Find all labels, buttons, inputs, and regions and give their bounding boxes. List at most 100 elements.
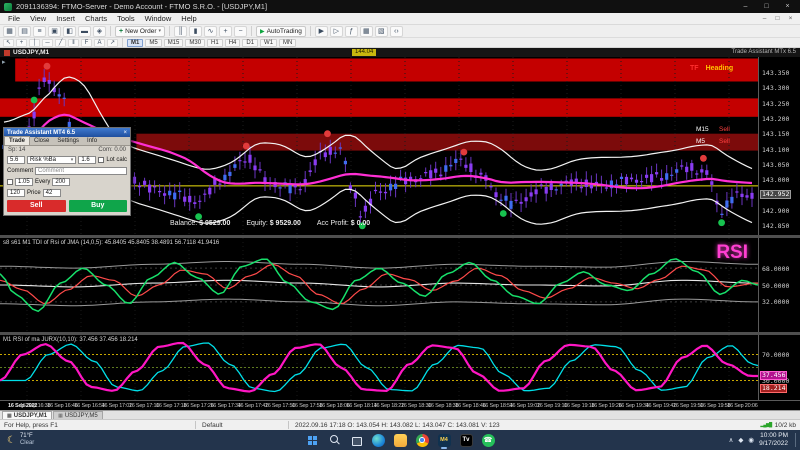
tdi-indicator-pane[interactable]: s8 s61 M1 TDI of Rsi of JMA (14,0,5): 45… xyxy=(0,238,758,332)
timeframe-button-m15[interactable]: M15 xyxy=(164,39,184,47)
menu-item-file[interactable]: File xyxy=(3,14,25,23)
taskbar-app-edge[interactable] xyxy=(369,431,387,449)
timeframe-button-m5[interactable]: M5 xyxy=(145,39,161,47)
menu-item-charts[interactable]: Charts xyxy=(80,14,112,23)
taskbar-app-mt4[interactable]: M4 xyxy=(435,431,453,449)
timeframe-button-mn[interactable]: MN xyxy=(279,39,296,47)
candlestick-chart-icon[interactable]: ▮ xyxy=(189,26,202,37)
channel-icon[interactable]: ‖ xyxy=(68,39,79,47)
strategy-tester-icon[interactable]: ◈ xyxy=(93,26,106,37)
menu-item-tools[interactable]: Tools xyxy=(112,14,140,23)
menu-item-window[interactable]: Window xyxy=(140,14,177,23)
hidden-icons-icon[interactable]: ∧ xyxy=(729,436,734,444)
grid-start-input[interactable]: 1.05 xyxy=(15,178,33,186)
pips-input[interactable]: 42 xyxy=(43,189,61,197)
lot-size-input[interactable]: 5.6 xyxy=(7,156,25,164)
minimize-button[interactable]: – xyxy=(737,0,754,13)
alert-price-badge: 144.04 xyxy=(352,49,376,56)
show-desktop-button[interactable] xyxy=(795,433,797,447)
trade-panel-tab-trade[interactable]: Trade xyxy=(4,136,30,145)
trade-panel-tab-info[interactable]: Info xyxy=(83,137,101,145)
risk-value-input[interactable]: 1.6 xyxy=(78,156,96,164)
taskbar-app-task-view[interactable] xyxy=(347,431,365,449)
indicators-icon[interactable]: ƒ xyxy=(345,26,358,37)
distance-input[interactable]: 120 xyxy=(7,189,25,197)
timeframe-button-m30[interactable]: M30 xyxy=(185,39,205,47)
terminal-icon[interactable]: ▬ xyxy=(78,26,91,37)
bar-chart-icon[interactable]: ║ xyxy=(174,26,187,37)
horizontal-line-icon[interactable]: ─ xyxy=(42,39,53,47)
taskbar-app-explorer[interactable] xyxy=(391,431,409,449)
chart-profiles-icon[interactable]: ▤ xyxy=(18,26,31,37)
crosshair-icon[interactable]: + xyxy=(16,39,27,47)
chart-tab-usdjpy-m1[interactable]: ▦USDJPY,M1 xyxy=(2,411,52,419)
navigator-icon[interactable]: ◧ xyxy=(63,26,76,37)
text-label-icon[interactable]: A xyxy=(94,39,105,47)
timeframe-button-h1[interactable]: H1 xyxy=(207,39,223,47)
price-pane[interactable]: ▸ TF Heading M15SellM5Sell Balance: $ 95… xyxy=(0,57,758,235)
timeframe-button-h4[interactable]: H4 xyxy=(225,39,241,47)
taskbar-app-chat[interactable]: ☎ xyxy=(479,431,497,449)
chart-window-title-bar[interactable]: USDJPY,M1 144.04 Trade Assistant MTx 6.5 xyxy=(0,48,800,57)
rsi-chart-canvas[interactable] xyxy=(0,335,758,400)
menu-item-view[interactable]: View xyxy=(25,14,51,23)
data-window-icon[interactable]: ▣ xyxy=(48,26,61,37)
zoom-in-icon[interactable]: + xyxy=(219,26,232,37)
trade-panel-close-icon[interactable]: × xyxy=(123,130,127,136)
trendline-icon[interactable]: ╱ xyxy=(55,39,66,47)
mdi-minimize-button[interactable]: – xyxy=(758,15,771,22)
chart-shift-icon[interactable]: ▷ xyxy=(330,26,343,37)
time-axis-label: 16 Sep 17:10 xyxy=(129,403,159,409)
buy-button[interactable]: Buy xyxy=(69,200,128,212)
taskbar-weather-widget[interactable]: ☾ 71°F Clear xyxy=(0,430,41,450)
taskbar-app-tradingview[interactable]: Tv xyxy=(457,431,475,449)
arrow-tool-icon[interactable]: ↗ xyxy=(107,39,118,47)
autotrading-button[interactable]: ▶AutoTrading xyxy=(256,26,306,37)
menu-item-help[interactable]: Help xyxy=(176,14,201,23)
line-chart-icon[interactable]: ∿ xyxy=(204,26,217,37)
auto-scroll-icon[interactable]: ▶ xyxy=(315,26,328,37)
timeframe-button-d1[interactable]: D1 xyxy=(242,39,258,47)
grid-step-input[interactable]: 200 xyxy=(52,178,70,186)
market-watch-icon[interactable]: ≡ xyxy=(33,26,46,37)
volume-icon[interactable]: ◉ xyxy=(748,436,754,444)
lot-calc-checkbox[interactable] xyxy=(98,157,104,163)
trade-panel-tab-close[interactable]: Close xyxy=(30,137,53,145)
taskbar-app-chrome[interactable] xyxy=(413,431,431,449)
trade-panel-title: Trade Assistant MT4 6.5 xyxy=(7,130,75,136)
new-chart-icon[interactable]: ▦ xyxy=(3,26,16,37)
periods-icon[interactable]: ▦ xyxy=(360,26,373,37)
cursor-icon[interactable]: ↖ xyxy=(3,39,14,47)
metaeditor-icon[interactable]: ‹› xyxy=(390,26,403,37)
fibonacci-icon[interactable]: F xyxy=(81,39,92,47)
trade-panel-tab-settings[interactable]: Settings xyxy=(53,137,83,145)
menu-item-insert[interactable]: Insert xyxy=(51,14,80,23)
maximize-button[interactable]: □ xyxy=(758,0,775,13)
profile-selector[interactable]: Default xyxy=(202,422,282,429)
zoom-out-icon[interactable]: − xyxy=(234,26,247,37)
vertical-line-icon[interactable]: │ xyxy=(29,39,40,47)
taskbar-clock[interactable]: 10:00 PM 9/17/2022 xyxy=(759,432,788,448)
taskbar-app-start[interactable] xyxy=(303,431,321,449)
sell-button[interactable]: Sell xyxy=(7,200,66,212)
mdi-restore-button[interactable]: □ xyxy=(771,15,784,22)
close-button[interactable]: × xyxy=(779,0,796,13)
toolbar-line-studies: ↖+│─╱‖FA↗ M1M5M15M30H1H4D1W1MN xyxy=(0,38,800,48)
rsi-indicator-pane[interactable]: M1 RSI of ma JURX(10,10): 37.456 37.456 … xyxy=(0,335,758,400)
weather-description: Clear xyxy=(20,440,34,447)
comment-input[interactable]: Comment xyxy=(35,167,127,175)
rsi-indicator-chart[interactable] xyxy=(0,335,758,400)
templates-icon[interactable]: ▧ xyxy=(375,26,388,37)
timeframe-button-m1[interactable]: M1 xyxy=(127,39,143,47)
tdi-indicator-chart[interactable] xyxy=(0,238,758,332)
tdi-chart-canvas[interactable] xyxy=(0,238,758,332)
network-icon[interactable]: ◆ xyxy=(738,436,743,444)
one-click-trading-toggle[interactable]: ▸ xyxy=(2,58,6,66)
timeframe-button-w1[interactable]: W1 xyxy=(260,39,277,47)
taskbar-app-search[interactable] xyxy=(325,431,343,449)
risk-mode-select[interactable]: Risk %Ba ▾ xyxy=(27,156,76,164)
chart-tab-usdjpy-m5[interactable]: ▦USDJPY,M5 xyxy=(53,411,103,419)
grid-orders-checkbox[interactable] xyxy=(7,179,13,185)
mdi-close-button[interactable]: × xyxy=(784,15,797,22)
new-order-button[interactable]: +New Order▾ xyxy=(115,26,165,37)
